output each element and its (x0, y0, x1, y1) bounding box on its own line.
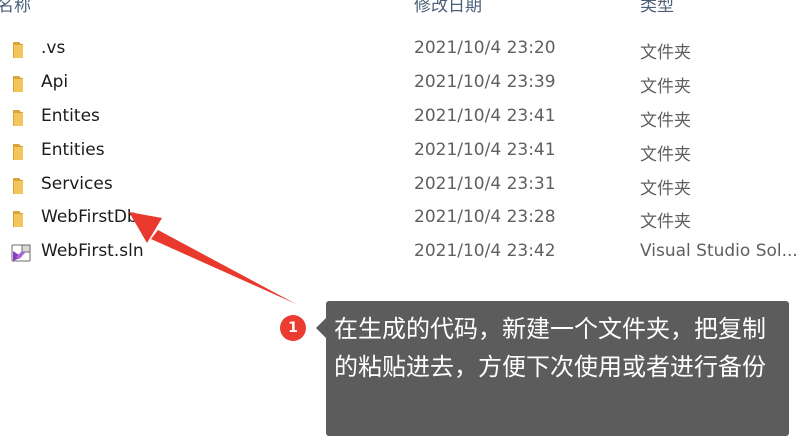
file-type: 文件夹 (640, 145, 691, 165)
file-row[interactable]: Services 2021/10/4 23:31 文件夹 (0, 169, 802, 202)
file-row[interactable]: WebFirst.sln 2021/10/4 23:42 Visual Stud… (0, 236, 802, 269)
folder-icon (13, 178, 23, 194)
file-date: 2021/10/4 23:28 (414, 207, 556, 227)
column-header-name[interactable]: 名称 (0, 0, 31, 16)
file-date: 2021/10/4 23:31 (414, 174, 556, 194)
file-name: Services (41, 174, 113, 194)
file-date: 2021/10/4 23:41 (414, 106, 556, 126)
file-name: Api (41, 72, 69, 92)
file-name: Entites (41, 106, 100, 126)
file-row[interactable]: Entites 2021/10/4 23:41 文件夹 (0, 101, 802, 134)
file-date: 2021/10/4 23:39 (414, 72, 556, 92)
file-type: 文件夹 (640, 77, 691, 97)
tooltip-pointer (316, 318, 326, 338)
folder-icon (13, 211, 23, 227)
file-type: 文件夹 (640, 179, 691, 199)
annotation-number-badge: 1 (280, 315, 306, 341)
column-header-date[interactable]: 修改日期 (414, 0, 482, 16)
visual-studio-solution-icon (11, 244, 31, 262)
annotation-text: 在生成的代码，新建一个文件夹，把复制的粘贴进去，方便下次使用或者进行备份 (334, 315, 766, 381)
file-row[interactable]: Api 2021/10/4 23:39 文件夹 (0, 67, 802, 100)
file-type: 文件夹 (640, 43, 691, 63)
file-name: WebFirst.sln (41, 241, 144, 261)
folder-icon (13, 110, 23, 126)
file-row[interactable]: Entities 2021/10/4 23:41 文件夹 (0, 135, 802, 168)
file-type: 文件夹 (640, 212, 691, 232)
file-type: Visual Studio Sol... (640, 241, 798, 261)
file-date: 2021/10/4 23:41 (414, 140, 556, 160)
file-date: 2021/10/4 23:42 (414, 241, 556, 261)
column-header-type[interactable]: 类型 (640, 0, 674, 16)
file-name: WebFirstDb (41, 207, 138, 227)
file-type: 文件夹 (640, 111, 691, 131)
file-row[interactable]: .vs 2021/10/4 23:20 文件夹 (0, 33, 802, 66)
file-name: Entities (41, 140, 105, 160)
file-row[interactable]: WebFirstDb 2021/10/4 23:28 文件夹 (0, 202, 802, 235)
file-name: .vs (41, 38, 66, 58)
folder-icon (13, 144, 23, 160)
file-date: 2021/10/4 23:20 (414, 38, 556, 58)
folder-icon (13, 42, 23, 58)
folder-icon (13, 76, 23, 92)
